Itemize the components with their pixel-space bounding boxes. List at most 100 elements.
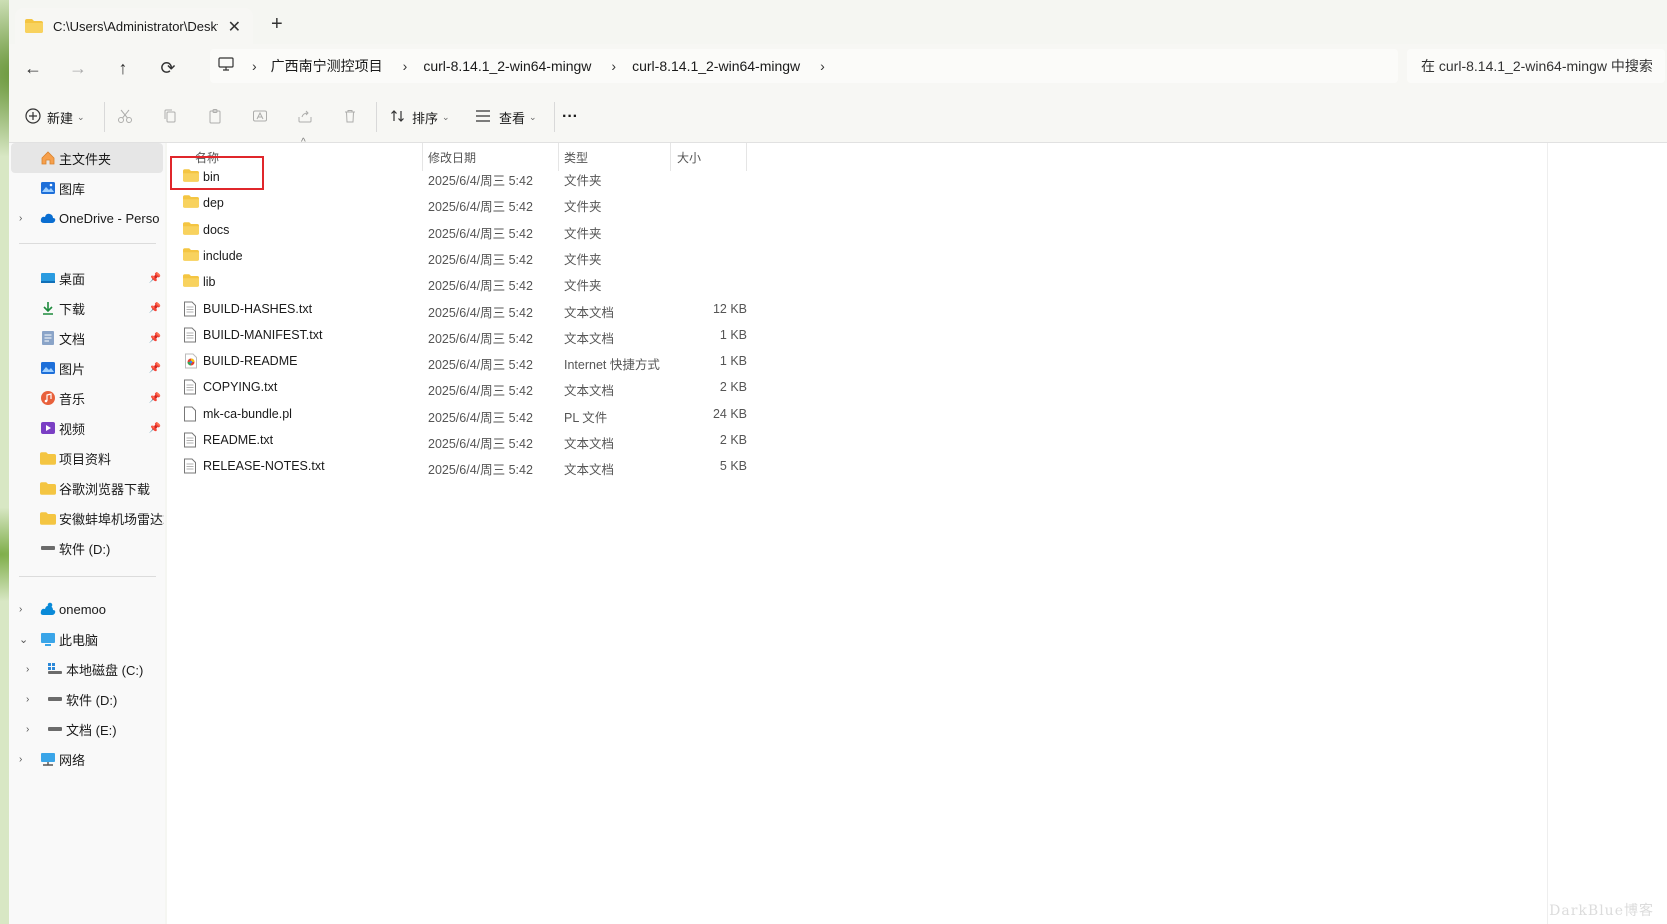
file-row[interactable]: RELEASE-NOTES.txt 2025/6/4/周三 5:42 文本文档 5 K…: [167, 453, 747, 479]
new-tab-button[interactable]: +: [271, 13, 283, 36]
file-date: 2025/6/4/周三 5:42: [428, 358, 533, 373]
chevron-right-icon[interactable]: ›: [26, 664, 29, 675]
delete-button[interactable]: [342, 104, 358, 130]
rename-icon: [252, 108, 268, 127]
sidebar-item-label: 图库: [59, 181, 86, 197]
file-date: 2025/6/4/周三 5:42: [428, 305, 533, 320]
rename-button[interactable]: [252, 104, 268, 130]
sidebar-item-chrome-downloads[interactable]: 谷歌浏览器下载: [9, 473, 165, 503]
close-tab-icon[interactable]: ✕: [228, 17, 241, 37]
pin-icon[interactable]: 📌: [149, 303, 161, 314]
share-icon: [297, 108, 313, 127]
pin-icon[interactable]: 📌: [149, 333, 161, 344]
search-input[interactable]: 在 curl-8.14.1_2-win64-mingw 中搜索: [1407, 49, 1665, 83]
sidebar-item-label: 文档 (E:): [66, 722, 117, 738]
file-type: 文件夹: [564, 226, 602, 241]
sidebar-item-onemoo[interactable]: › onemoo: [9, 594, 165, 624]
paste-button[interactable]: [207, 104, 223, 130]
highlight-box: [170, 156, 264, 190]
file-date: 2025/6/4/周三 5:42: [428, 463, 533, 478]
file-row[interactable]: COPYING.txt 2025/6/4/周三 5:42 文本文档 2 KB: [167, 374, 747, 400]
new-button[interactable]: 新建 ⌄: [25, 104, 85, 130]
file-row[interactable]: BUILD-HASHES.txt 2025/6/4/周三 5:42 文本文档 12 K…: [167, 296, 747, 322]
sidebar-item-desktop[interactable]: 桌面 📌: [9, 263, 165, 293]
forward-button[interactable]: →: [64, 54, 92, 82]
breadcrumb-item[interactable]: 广西南宁测控项目: [271, 56, 383, 76]
file-row[interactable]: docs 2025/6/4/周三 5:42 文件夹: [167, 217, 747, 243]
breadcrumb-item[interactable]: curl-8.14.1_2-win64-mingw: [632, 58, 800, 74]
sidebar-item-radar-station[interactable]: 安徽蚌埠机场雷达站: [9, 503, 165, 533]
divider: [554, 102, 555, 132]
sidebar-item-documents[interactable]: 文档 📌: [9, 323, 165, 353]
file-name: include: [203, 248, 243, 263]
sidebar-item-pictures[interactable]: 图片 📌: [9, 353, 165, 383]
sidebar-item-drive-d-pc[interactable]: › 软件 (D:): [9, 684, 165, 714]
file-row[interactable]: BUILD-MANIFEST.txt 2025/6/4/周三 5:42 文本文档 1 …: [167, 322, 747, 348]
file-name: BUILD-MANIFEST.txt: [203, 327, 323, 342]
sidebar-item-onedrive[interactable]: › OneDrive - Perso: [9, 203, 165, 233]
sidebar-item-this-pc[interactable]: ⌄ 此电脑: [9, 624, 165, 654]
copy-button[interactable]: [162, 104, 178, 130]
sidebar-item-drive-e[interactable]: › 文档 (E:): [9, 714, 165, 744]
chevron-down-icon[interactable]: ⌄: [19, 633, 28, 646]
breadcrumb-item[interactable]: curl-8.14.1_2-win64-mingw: [423, 58, 591, 74]
pin-icon[interactable]: 📌: [149, 423, 161, 434]
sidebar-item-home[interactable]: 主文件夹: [11, 143, 163, 173]
share-button[interactable]: [297, 104, 313, 130]
sidebar-item-drive-c[interactable]: › 本地磁盘 (C:): [9, 654, 165, 684]
more-options-button[interactable]: ···: [562, 104, 578, 130]
file-icon: [183, 406, 199, 422]
sidebar-item-music[interactable]: 音乐 📌: [9, 383, 165, 413]
details-strip: DarkBlue博客: [1547, 143, 1667, 924]
chevron-right-icon[interactable]: ›: [19, 604, 22, 615]
cloud-icon: [40, 210, 56, 226]
refresh-button[interactable]: ⟳: [154, 54, 182, 82]
watermark: DarkBlue博客: [1549, 903, 1654, 919]
chevron-right-icon[interactable]: ›: [26, 724, 29, 735]
address-bar[interactable]: › 广西南宁测控项目 › curl-8.14.1_2-win64-mingw ›…: [210, 49, 1398, 83]
folder-icon: [183, 195, 199, 211]
sidebar-item-drive-d[interactable]: 软件 (D:): [9, 533, 165, 563]
divider: [19, 243, 156, 244]
back-button[interactable]: ←: [19, 54, 47, 82]
pin-icon[interactable]: 📌: [149, 363, 161, 374]
chevron-right-icon[interactable]: ›: [26, 694, 29, 705]
file-row[interactable]: dep 2025/6/4/周三 5:42 文件夹: [167, 190, 747, 216]
file-row[interactable]: BUILD-README 2025/6/4/周三 5:42 Internet 快捷方…: [167, 348, 747, 374]
trash-icon: [342, 108, 358, 127]
new-label: 新建: [47, 110, 74, 126]
file-row[interactable]: lib 2025/6/4/周三 5:42 文件夹: [167, 269, 747, 295]
pin-icon[interactable]: 📌: [149, 393, 161, 404]
chevron-right-icon: ›: [252, 58, 257, 74]
sidebar-item-label: 主文件夹: [59, 151, 112, 167]
chevron-right-icon: ›: [820, 58, 825, 74]
chevron-down-icon: ⌄: [77, 111, 85, 122]
view-button[interactable]: 查看 ⌄: [475, 104, 537, 130]
picture-icon: [40, 360, 56, 376]
cut-button[interactable]: [117, 104, 133, 130]
desktop-icon: [40, 270, 56, 286]
sidebar-item-gallery[interactable]: 图库: [9, 173, 165, 203]
file-row[interactable]: mk-ca-bundle.pl 2025/6/4/周三 5:42 PL 文件 24 K…: [167, 401, 747, 427]
gallery-icon: [40, 180, 56, 196]
pin-icon[interactable]: 📌: [149, 273, 161, 284]
file-size: 1 KB: [719, 327, 747, 342]
file-row[interactable]: README.txt 2025/6/4/周三 5:42 文本文档 2 KB: [167, 427, 747, 453]
up-button[interactable]: ↑: [109, 54, 137, 82]
text-file-icon: [183, 458, 199, 474]
file-size: 2 KB: [719, 433, 747, 447]
sidebar-item-network[interactable]: › 网络: [9, 744, 165, 774]
sidebar-item-label: onemoo: [59, 601, 106, 617]
drive-icon: [47, 691, 63, 707]
tab-current[interactable]: C:\Users\Administrator\Desktop ✕: [15, 8, 253, 44]
divider: [376, 102, 377, 132]
sidebar-item-downloads[interactable]: 下载 📌: [9, 293, 165, 323]
chevron-right-icon[interactable]: ›: [19, 213, 22, 224]
file-type: 文本文档: [564, 384, 615, 399]
file-row[interactable]: include 2025/6/4/周三 5:42 文件夹: [167, 243, 747, 269]
divider: [104, 102, 105, 132]
chevron-right-icon[interactable]: ›: [19, 754, 22, 765]
sort-button[interactable]: 排序 ⌄: [390, 104, 450, 130]
sidebar-item-videos[interactable]: 视频 📌: [9, 413, 165, 443]
sidebar-item-project-files[interactable]: 项目资料: [9, 443, 165, 473]
